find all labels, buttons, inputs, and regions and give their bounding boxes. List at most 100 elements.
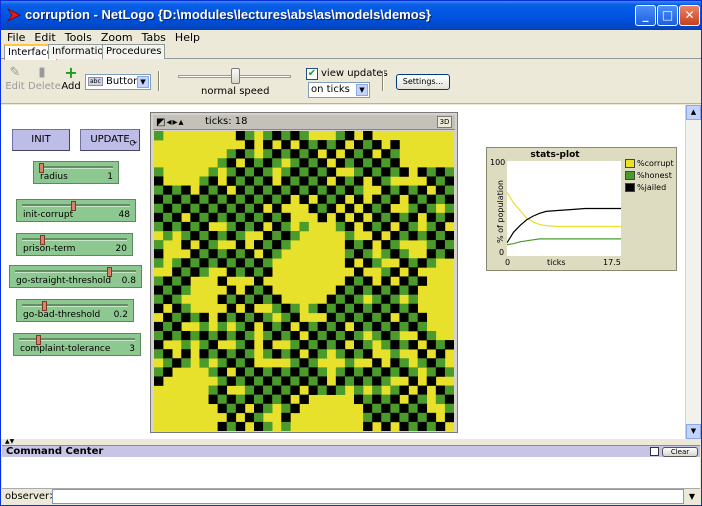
slider-track <box>22 304 128 307</box>
init-button[interactable]: INIT <box>12 129 70 151</box>
menu-tools[interactable]: Tools <box>62 30 95 45</box>
command-input-row: observer> ▼ <box>2 489 700 505</box>
settings-button[interactable]: Settings... <box>396 74 450 90</box>
title-bar[interactable]: corruption - NetLogo {D:\modules\lecture… <box>1 1 701 30</box>
slider-complaint-tolerance[interactable]: complaint-tolerance 3 <box>13 333 141 356</box>
slider-label: complaint-tolerance <box>20 344 111 354</box>
plot-ylabel: % of population <box>496 180 505 243</box>
clear-button[interactable]: Clear <box>662 447 698 457</box>
widget-type-value: Button <box>105 76 140 87</box>
view-control-strip: ◩◂▸▴ ticks: 18 3D <box>153 115 455 130</box>
view-updates-label: view updates <box>321 68 388 79</box>
slider-prison-term[interactable]: prison-term 20 <box>16 233 133 256</box>
update-label: UPDATE <box>90 134 130 145</box>
slider-label: radius <box>40 172 68 182</box>
ticks-counter: ticks: 18 <box>205 116 248 127</box>
command-input[interactable] <box>52 489 684 504</box>
maximize-button[interactable]: □ <box>657 5 678 26</box>
speed-label: normal speed <box>201 86 270 97</box>
speed-slider-thumb[interactable] <box>231 68 240 84</box>
netlogo-window: corruption - NetLogo {D:\modules\lecture… <box>0 0 702 506</box>
init-label: INIT <box>31 134 51 145</box>
delete-tool[interactable]: ▮ Delete <box>28 65 61 92</box>
toolbar-separator <box>158 71 160 91</box>
slider-label: go-bad-threshold <box>23 310 101 320</box>
legend-item-jailed: %jailed <box>624 182 676 194</box>
slider-value: 0.2 <box>113 310 128 320</box>
menu-file[interactable]: File <box>4 30 28 45</box>
legend-swatch <box>625 171 635 180</box>
world-view: ◩◂▸▴ ticks: 18 3D <box>150 112 458 433</box>
slider-label: init-corrupt <box>23 210 74 220</box>
widget-type-select[interactable]: abc Button ▼ <box>85 74 151 90</box>
tab-procedures[interactable]: Procedures <box>102 44 166 59</box>
slider-track <box>15 270 136 273</box>
interface-scrollbar[interactable]: ▲ ▼ <box>685 105 701 439</box>
slider-track <box>39 166 113 169</box>
pencil-icon: ✎ <box>9 65 21 80</box>
update-button[interactable]: UPDATE ⟳ <box>80 129 140 151</box>
forever-icon: ⟳ <box>129 139 137 149</box>
slider-value: 20 <box>115 244 127 254</box>
y-tick-min: 0 <box>499 248 505 257</box>
toolbar-separator <box>382 71 384 91</box>
agent-selector[interactable]: observer> <box>5 490 58 503</box>
pane-splitter[interactable]: ▲▼ <box>1 439 701 445</box>
x-tick-min: 0 <box>505 258 511 267</box>
chevron-down-icon[interactable]: ▼ <box>686 490 698 503</box>
slider-value: 1 <box>107 172 113 182</box>
slider-track <box>22 238 127 241</box>
chevron-down-icon: ▼ <box>137 76 149 88</box>
menu-help[interactable]: Help <box>172 30 203 45</box>
slider-go-straight-threshold[interactable]: go-straight-threshold 0.8 <box>9 265 142 288</box>
slider-init-corrupt[interactable]: init-corrupt 48 <box>16 199 136 222</box>
tab-strip: Interface Information Procedures <box>1 44 701 60</box>
patch-grid[interactable] <box>154 131 454 431</box>
slider-track <box>22 204 130 207</box>
interface-canvas: INIT UPDATE ⟳ radius 1 init-corrupt 48 p… <box>1 105 685 439</box>
menu-edit[interactable]: Edit <box>31 30 58 45</box>
chevron-down-icon: ▼ <box>356 84 368 96</box>
update-mode-value: on ticks <box>311 84 350 95</box>
close-button[interactable]: ✕ <box>679 5 700 26</box>
edit-tool[interactable]: ✎ Edit <box>1 65 29 92</box>
legend-label: %jailed <box>637 183 667 192</box>
trash-icon: ▮ <box>38 65 46 80</box>
stats-plot: stats-plot % of population 100 0 0 ticks… <box>486 147 677 271</box>
x-tick-max: 17.5 <box>603 258 621 267</box>
menu-tabs[interactable]: Tabs <box>139 30 169 45</box>
scroll-up-icon[interactable]: ▲ <box>686 105 701 120</box>
slider-label: go-straight-threshold <box>16 276 112 286</box>
plot-area <box>507 161 621 256</box>
legend-swatch <box>625 183 635 192</box>
slider-go-bad-threshold[interactable]: go-bad-threshold 0.2 <box>16 299 134 322</box>
delete-label: Delete <box>28 81 61 92</box>
button-widget-icon: abc <box>88 76 103 86</box>
toolbar: ✎ Edit ▮ Delete + Add abc Button ▼ norma… <box>1 60 701 104</box>
menu-bar: File Edit Tools Zoom Tabs Help <box>1 30 701 44</box>
update-mode-select[interactable]: on ticks ▼ <box>308 82 370 98</box>
slider-label: prison-term <box>23 244 76 254</box>
legend-label: %corrupt <box>637 159 674 168</box>
detach-icon[interactable] <box>650 447 659 456</box>
add-tool[interactable]: + Add <box>57 63 85 93</box>
menu-zoom[interactable]: Zoom <box>98 30 136 45</box>
plot-legend: %corrupt %honest %jailed <box>624 158 676 194</box>
slider-value: 0.8 <box>121 276 136 286</box>
add-label: Add <box>61 81 81 92</box>
scroll-down-icon[interactable]: ▼ <box>686 424 701 439</box>
y-tick-max: 100 <box>490 158 506 167</box>
slider-radius[interactable]: radius 1 <box>33 161 119 184</box>
legend-item-honest: %honest <box>624 170 676 182</box>
legend-swatch <box>625 159 635 168</box>
slider-value: 3 <box>129 344 135 354</box>
plot-title: stats-plot <box>530 150 580 160</box>
view-resize-arrows-icon[interactable]: ◩◂▸▴ <box>156 115 185 130</box>
plot-xlabel: ticks <box>547 258 566 267</box>
view-updates-checkbox[interactable]: ✔ <box>306 68 318 80</box>
view-3d-button[interactable]: 3D <box>437 116 452 128</box>
netlogo-logo-icon <box>7 8 21 22</box>
minimize-button[interactable]: _ <box>635 5 656 26</box>
plus-icon: + <box>64 63 78 82</box>
edit-label: Edit <box>5 81 25 92</box>
